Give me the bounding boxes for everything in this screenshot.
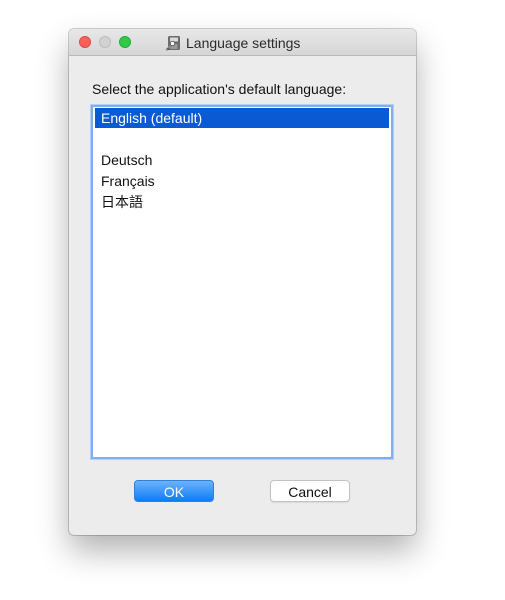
- language-prompt-label: Select the application's default languag…: [92, 81, 347, 97]
- language-option-english[interactable]: English (default): [95, 108, 389, 128]
- language-option-blank[interactable]: [95, 128, 389, 148]
- wrench-disk-icon: [165, 35, 180, 51]
- language-settings-dialog: Language settings Select the application…: [69, 29, 416, 535]
- close-window-button[interactable]: [79, 36, 91, 48]
- language-option-deutsch[interactable]: Deutsch: [95, 150, 389, 170]
- title-bar[interactable]: Language settings: [69, 29, 416, 56]
- language-option-francais[interactable]: Français: [95, 171, 389, 191]
- minimize-window-button: [99, 36, 111, 48]
- title-group: Language settings: [164, 29, 300, 56]
- language-option-japanese[interactable]: 日本語: [95, 192, 389, 212]
- desktop: Language settings Select the application…: [0, 0, 505, 600]
- zoom-window-button[interactable]: [119, 36, 131, 48]
- language-listbox[interactable]: English (default) Deutsch Français 日本語: [91, 105, 393, 459]
- window-title: Language settings: [186, 34, 301, 51]
- ok-button[interactable]: OK: [134, 480, 214, 502]
- cancel-button[interactable]: Cancel: [270, 480, 350, 502]
